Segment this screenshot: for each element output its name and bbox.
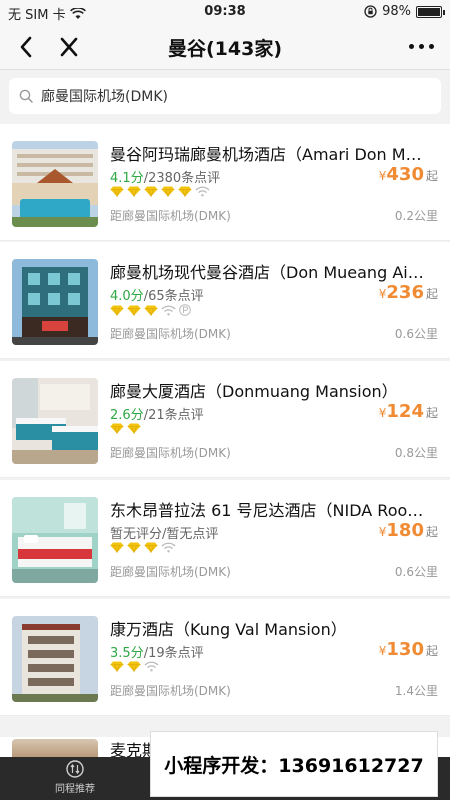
review-count: /65条点评 [143, 289, 204, 304]
hotel-rating: 4.1分/2380条点评 [110, 167, 220, 186]
wifi-icon [161, 542, 176, 553]
hotel-image [12, 141, 98, 227]
hotel-name: 曼谷阿玛瑞廊曼机场酒店（Amari Don Muea... [110, 145, 430, 164]
hotel-name: 康万酒店（Kung Val Mansion） [110, 620, 347, 639]
hotel-distance: 0.2公里 [394, 209, 438, 223]
hotel-distance: 0.8公里 [394, 446, 438, 460]
nav-bar: 曼谷(143家) [0, 24, 450, 70]
hotel-price: ¥236 起 [379, 282, 438, 303]
hotel-name: 东木昂普拉法 61 号尼达酒店（NIDA Rooms ... [110, 501, 430, 520]
price-suffix: 起 [425, 287, 438, 301]
wifi-icon [195, 186, 210, 197]
price-suffix: 起 [425, 644, 438, 658]
hotel-location: 距廊曼国际机场(DMK) [110, 684, 231, 698]
search-input[interactable]: 廊曼国际机场(DMK) [9, 78, 441, 114]
hotel-amenities [110, 661, 159, 672]
diamond-icon [144, 542, 158, 553]
hotel-item[interactable]: 东木昂普拉法 61 号尼达酒店（NIDA Rooms ... 暂无评分/暂无点评… [0, 480, 450, 597]
hotel-rating: 暂无评分/暂无点评 [110, 523, 218, 542]
diamond-icon [110, 661, 124, 672]
hotel-item[interactable]: 曼谷阿玛瑞廊曼机场酒店（Amari Don Muea... 4.1分/2380条… [0, 124, 450, 241]
diamond-icon [127, 186, 141, 197]
hotel-image [12, 616, 98, 702]
price-value: 180 [386, 520, 424, 541]
hotel-price: ¥130 起 [379, 639, 438, 660]
wifi-icon [144, 661, 159, 672]
price-suffix: 起 [425, 525, 438, 539]
hotel-name: 廊曼大厦酒店（Donmuang Mansion） [110, 382, 398, 401]
diamond-icon [161, 186, 175, 197]
review-count: /21条点评 [143, 408, 204, 423]
hotel-location: 距廊曼国际机场(DMK) [110, 209, 231, 223]
search-icon [19, 89, 33, 103]
hotel-amenities [110, 186, 210, 197]
page-title: 曼谷(143家) [167, 38, 283, 60]
rating-score: 4.0分 [110, 289, 144, 304]
review-count: /2380条点评 [143, 171, 221, 186]
diamond-icon [178, 186, 192, 197]
rating-score: 3.5分 [110, 646, 144, 661]
price-suffix: 起 [425, 169, 438, 183]
battery-fill [418, 7, 440, 16]
hotel-rating: 2.6分/21条点评 [110, 404, 204, 423]
rating-score: 4.1分 [110, 171, 144, 186]
parking-icon [179, 304, 191, 316]
battery-percent: 98% [382, 4, 411, 19]
hotel-rating: 4.0分/65条点评 [110, 285, 204, 304]
rating-score: 2.6分 [110, 408, 144, 423]
hotel-price: ¥180 起 [379, 520, 438, 541]
diamond-icon [144, 305, 158, 316]
hotel-image [12, 378, 98, 464]
tab-trip-label: 同程推荐 [55, 784, 95, 795]
hotel-name: 廊曼机场现代曼谷酒店（Don Mueang Airport ... [110, 263, 430, 282]
hotel-image [12, 497, 98, 583]
price-value: 124 [386, 401, 424, 422]
diamond-icon [110, 542, 124, 553]
hotel-location: 距廊曼国际机场(DMK) [110, 446, 231, 460]
wifi-icon [161, 305, 176, 315]
hotel-price: ¥124 起 [379, 401, 438, 422]
more-options-icon[interactable] [409, 44, 434, 49]
hotel-distance: 0.6公里 [394, 327, 438, 341]
hotel-rating: 3.5分/19条点评 [110, 642, 204, 661]
diamond-icon [110, 305, 124, 316]
hotel-image [12, 739, 98, 757]
search-section: 廊曼国际机场(DMK) [0, 70, 450, 122]
diamond-icon [144, 186, 158, 197]
search-query: 廊曼国际机场(DMK) [41, 89, 168, 105]
hotel-location: 距廊曼国际机场(DMK) [110, 565, 231, 579]
diamond-icon [127, 661, 141, 672]
hotel-distance: 0.6公里 [394, 565, 438, 579]
trip-recommend-icon [66, 760, 84, 778]
orientation-lock-icon [364, 5, 377, 18]
battery-icon [416, 5, 445, 18]
price-value: 130 [386, 639, 424, 660]
hotel-distance: 1.4公里 [394, 684, 438, 698]
hotel-item[interactable]: 廊曼机场现代曼谷酒店（Don Mueang Airport ... 4.0分/6… [0, 242, 450, 359]
tab-trip-recommend[interactable]: 同程推荐 [40, 760, 110, 795]
diamond-icon [127, 423, 141, 434]
price-value: 236 [386, 282, 424, 303]
diamond-icon [127, 305, 141, 316]
rating-score: 暂无评分 [110, 527, 163, 542]
diamond-icon [127, 542, 141, 553]
diamond-icon [110, 423, 124, 434]
price-value: 430 [386, 164, 424, 185]
hotel-amenities [110, 423, 141, 434]
hotel-image [12, 259, 98, 345]
diamond-icon [110, 186, 124, 197]
hotel-amenities [110, 304, 191, 316]
hotel-amenities [110, 542, 176, 553]
hotel-price: ¥430 起 [379, 164, 438, 185]
hotel-item[interactable]: 康万酒店（Kung Val Mansion） 3.5分/19条点评 距廊曼国际机… [0, 599, 450, 716]
status-right: 98% [364, 4, 445, 19]
promo-overlay: 小程序开发：13691612727 [150, 731, 438, 797]
price-suffix: 起 [425, 406, 438, 420]
hotel-item[interactable]: 廊曼大厦酒店（Donmuang Mansion） 2.6分/21条点评 距廊曼国… [0, 361, 450, 478]
review-count: /19条点评 [143, 646, 204, 661]
status-bar: 无 SIM 卡 09:38 98% [0, 0, 450, 24]
hotel-location: 距廊曼国际机场(DMK) [110, 327, 231, 341]
review-count: /暂无点评 [162, 527, 219, 542]
